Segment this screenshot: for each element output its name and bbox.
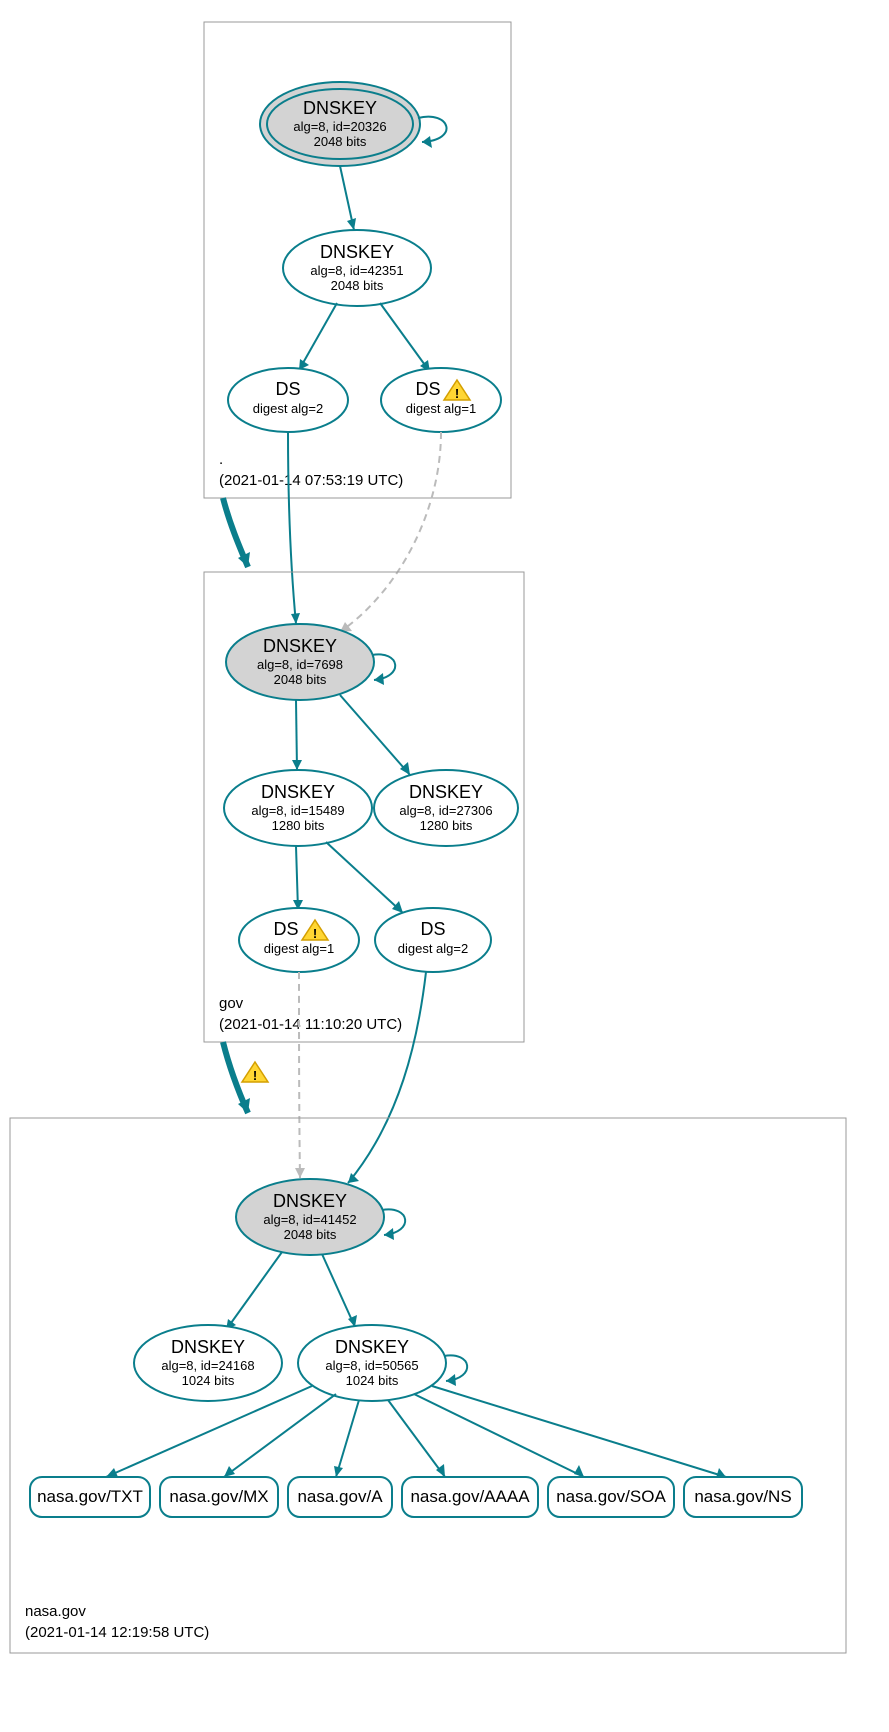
zone-nasa-time: (2021-01-14 12:19:58 UTC) [25, 1624, 209, 1641]
svg-text:2048 bits: 2048 bits [314, 134, 367, 149]
svg-text:DS: DS [420, 919, 445, 939]
svg-text:DNSKEY: DNSKEY [171, 1337, 245, 1357]
svg-text:2048 bits: 2048 bits [274, 672, 327, 687]
svg-text:1024 bits: 1024 bits [182, 1373, 235, 1388]
svg-text:alg=8, id=27306: alg=8, id=27306 [399, 803, 492, 818]
svg-text:alg=8, id=7698: alg=8, id=7698 [257, 657, 343, 672]
zone-gov-time: (2021-01-14 11:10:20 UTC) [219, 1016, 402, 1033]
svg-text:digest alg=2: digest alg=2 [398, 941, 468, 956]
svg-text:2048 bits: 2048 bits [284, 1227, 337, 1242]
zone-nasa-label: nasa.gov [25, 1603, 86, 1620]
svg-text:nasa.gov/AAAA: nasa.gov/AAAA [410, 1487, 530, 1506]
svg-text:DNSKEY: DNSKEY [409, 782, 483, 802]
svg-text:nasa.gov/NS: nasa.gov/NS [694, 1487, 791, 1506]
node-root-ds-alg1 [381, 368, 501, 432]
svg-text:DS: DS [275, 379, 300, 399]
svg-text:alg=8, id=15489: alg=8, id=15489 [251, 803, 344, 818]
svg-text:alg=8, id=24168: alg=8, id=24168 [161, 1358, 254, 1373]
zone-root-label: . [219, 451, 223, 468]
node-gov-ds-alg1 [239, 908, 359, 972]
svg-text:1280 bits: 1280 bits [272, 818, 325, 833]
svg-text:nasa.gov/A: nasa.gov/A [297, 1487, 383, 1506]
svg-text:DNSKEY: DNSKEY [335, 1337, 409, 1357]
svg-text:DNSKEY: DNSKEY [320, 242, 394, 262]
svg-text:1280 bits: 1280 bits [420, 818, 473, 833]
svg-text:DNSKEY: DNSKEY [273, 1191, 347, 1211]
svg-text:!: ! [313, 926, 317, 941]
svg-text:nasa.gov/TXT: nasa.gov/TXT [37, 1487, 143, 1506]
svg-text:digest alg=2: digest alg=2 [253, 401, 323, 416]
svg-text:DNSKEY: DNSKEY [261, 782, 335, 802]
svg-text:!: ! [253, 1068, 257, 1083]
svg-text:DNSKEY: DNSKEY [303, 98, 377, 118]
svg-text:digest alg=1: digest alg=1 [264, 941, 334, 956]
svg-text:DNSKEY: DNSKEY [263, 636, 337, 656]
svg-text:alg=8, id=50565: alg=8, id=50565 [325, 1358, 418, 1373]
node-gov-ds-alg2 [375, 908, 491, 972]
svg-text:alg=8, id=20326: alg=8, id=20326 [293, 119, 386, 134]
svg-text:nasa.gov/SOA: nasa.gov/SOA [556, 1487, 666, 1506]
warning-icon: ! [242, 1062, 268, 1083]
svg-text:2048 bits: 2048 bits [331, 278, 384, 293]
svg-text:nasa.gov/MX: nasa.gov/MX [169, 1487, 268, 1506]
node-root-ds-alg2 [228, 368, 348, 432]
zone-gov-label: gov [219, 995, 244, 1012]
dnssec-chain-diagram: . (2021-01-14 07:53:19 UTC) DNSKEY alg=8… [0, 0, 889, 1732]
svg-text:1024 bits: 1024 bits [346, 1373, 399, 1388]
svg-text:alg=8, id=41452: alg=8, id=41452 [263, 1212, 356, 1227]
zone-root-time: (2021-01-14 07:53:19 UTC) [219, 472, 403, 489]
svg-text:!: ! [455, 386, 459, 401]
svg-text:DS: DS [273, 919, 298, 939]
svg-text:DS: DS [415, 379, 440, 399]
svg-text:alg=8, id=42351: alg=8, id=42351 [310, 263, 403, 278]
svg-text:digest alg=1: digest alg=1 [406, 401, 476, 416]
